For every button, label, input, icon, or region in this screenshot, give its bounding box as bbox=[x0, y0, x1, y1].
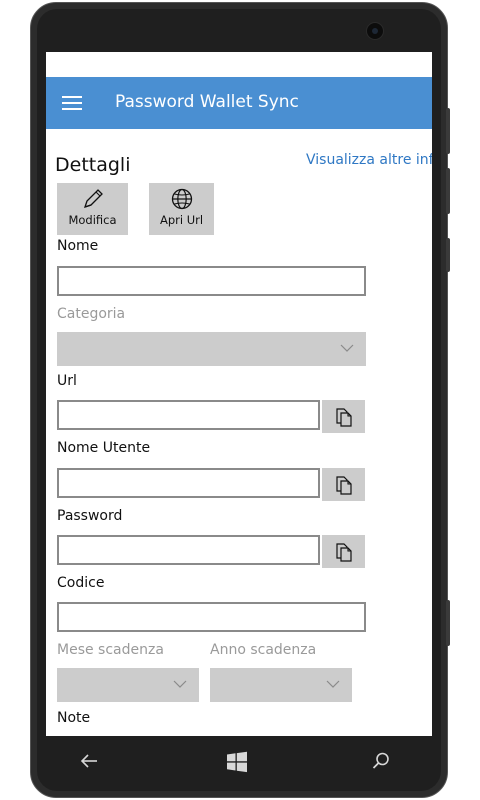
windows-start-icon[interactable] bbox=[225, 750, 253, 776]
globe-icon bbox=[149, 187, 214, 213]
password-field[interactable] bbox=[57, 535, 320, 565]
edit-button[interactable]: Modifica bbox=[57, 183, 128, 235]
status-bar bbox=[46, 52, 432, 77]
expiry-month-select[interactable] bbox=[57, 668, 199, 702]
page-title: Dettagli bbox=[55, 154, 131, 176]
expiry-year-label: Anno scadenza bbox=[210, 642, 317, 658]
details-content: Dettagli Visualizza altre inf Modifica A… bbox=[46, 129, 432, 736]
copy-icon bbox=[336, 543, 352, 562]
expiry-month-label: Mese scadenza bbox=[57, 642, 164, 658]
more-info-link[interactable]: Visualizza altre inf bbox=[306, 152, 432, 168]
chevron-down-icon bbox=[326, 680, 340, 688]
copy-username-button[interactable] bbox=[322, 468, 365, 501]
pencil-icon bbox=[57, 187, 128, 213]
chevron-down-icon bbox=[340, 344, 354, 352]
power-button bbox=[446, 238, 450, 272]
expiry-year-select[interactable] bbox=[210, 668, 352, 702]
volume-down-button bbox=[446, 168, 450, 214]
open-url-button[interactable]: Apri Url bbox=[149, 183, 214, 235]
username-label: Nome Utente bbox=[57, 440, 151, 456]
name-field[interactable] bbox=[57, 266, 366, 296]
back-arrow-icon[interactable] bbox=[78, 750, 106, 776]
password-label: Password bbox=[57, 508, 123, 524]
app-screen: Password Wallet Sync Dettagli Visualizza… bbox=[46, 52, 432, 736]
open-url-button-label: Apri Url bbox=[159, 213, 204, 227]
search-icon[interactable] bbox=[370, 750, 398, 776]
category-label: Categoria bbox=[57, 306, 126, 322]
volume-up-button bbox=[446, 108, 450, 154]
copy-icon bbox=[336, 476, 352, 495]
edit-button-label: Modifica bbox=[68, 213, 117, 227]
app-header: Password Wallet Sync bbox=[46, 77, 432, 129]
copy-icon bbox=[336, 408, 352, 427]
note-label: Note bbox=[57, 710, 91, 726]
code-label: Codice bbox=[57, 575, 105, 591]
system-nav-bar bbox=[46, 736, 432, 788]
chevron-down-icon bbox=[173, 680, 187, 688]
copy-url-button[interactable] bbox=[322, 400, 365, 433]
hamburger-menu-icon[interactable] bbox=[62, 96, 82, 110]
username-field[interactable] bbox=[57, 468, 320, 498]
code-field[interactable] bbox=[57, 602, 366, 632]
app-title: Password Wallet Sync bbox=[115, 92, 299, 112]
url-field[interactable] bbox=[57, 400, 320, 430]
camera-button bbox=[446, 600, 450, 646]
name-label: Nome bbox=[57, 238, 99, 254]
url-label: Url bbox=[57, 373, 77, 389]
category-select[interactable] bbox=[57, 332, 366, 366]
front-camera-icon bbox=[366, 22, 384, 40]
copy-password-button[interactable] bbox=[322, 535, 365, 568]
